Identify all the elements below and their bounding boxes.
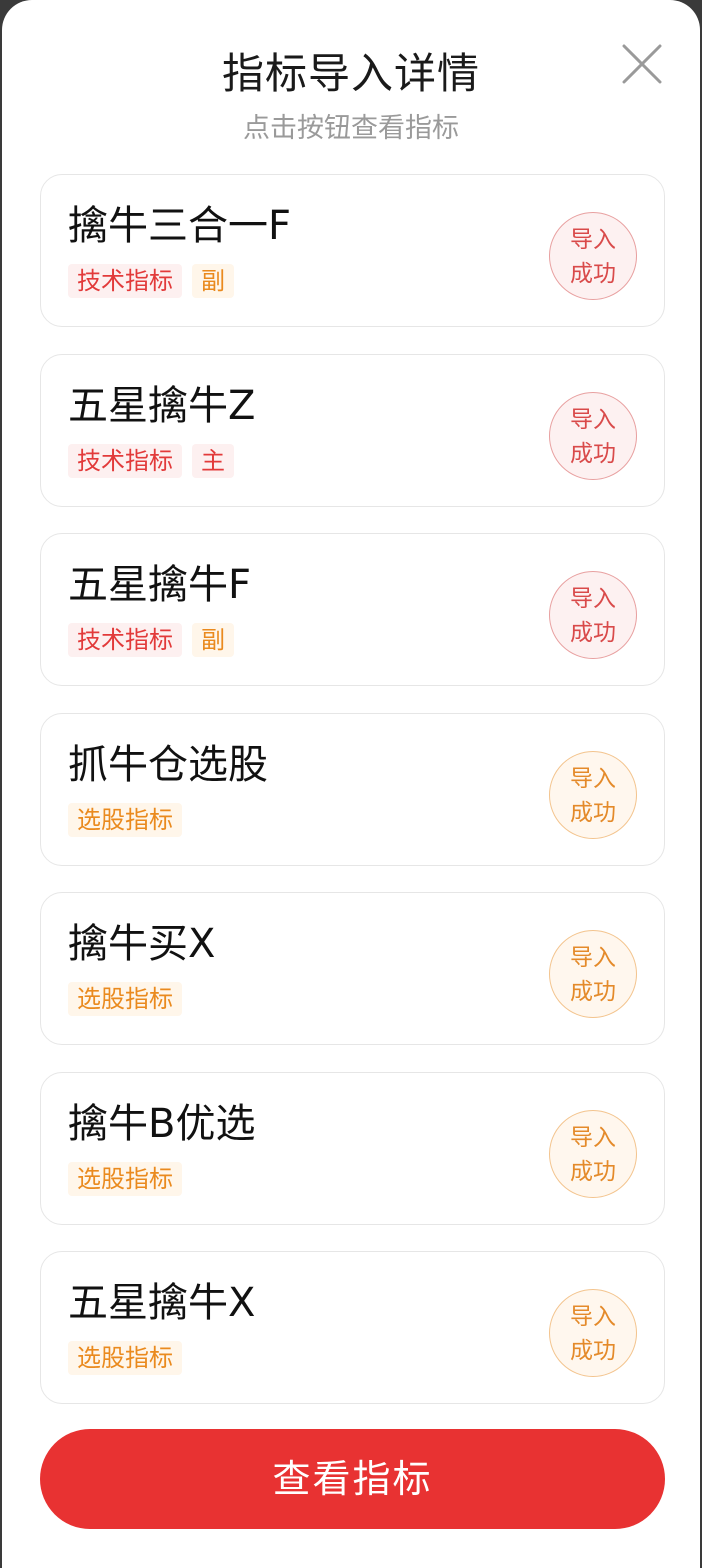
close-button[interactable] [620, 42, 664, 86]
indicator-tag: 选股指标 [68, 982, 182, 1016]
import-success-stamp: 导入 成功 [549, 930, 637, 1018]
import-success-stamp: 导入 成功 [549, 751, 637, 839]
indicator-name: 五星擒牛F [68, 562, 252, 608]
indicator-tags: 技术指标主 [68, 444, 234, 478]
indicator-tag: 技术指标 [68, 264, 182, 298]
stamp-text: 导入 [570, 766, 616, 792]
indicator-tags: 选股指标 [68, 982, 182, 1016]
indicator-tag: 副 [192, 623, 234, 657]
indicator-tag: 选股指标 [68, 803, 182, 837]
stamp-text: 成功 [570, 1159, 616, 1185]
view-indicators-button[interactable]: 查看指标 [40, 1429, 665, 1529]
import-success-stamp: 导入 成功 [549, 1289, 637, 1377]
import-success-stamp: 导入 成功 [549, 392, 637, 480]
indicator-card: 五星擒牛F 技术指标副 导入成功 [40, 533, 665, 686]
indicator-card: 擒牛三合一F 技术指标副 导入成功 [40, 174, 665, 327]
indicator-tag: 技术指标 [68, 623, 182, 657]
indicator-card: 五星擒牛X 选股指标 导入成功 [40, 1251, 665, 1404]
stamp-text: 成功 [570, 800, 616, 826]
stamp-text: 成功 [570, 979, 616, 1005]
stamp-text: 成功 [570, 441, 616, 467]
stamp-text: 导入 [570, 227, 616, 253]
indicator-tag: 选股指标 [68, 1162, 182, 1196]
import-success-stamp: 导入 成功 [549, 212, 637, 300]
indicator-name: 擒牛买X [68, 921, 216, 967]
indicator-tags: 选股指标 [68, 803, 182, 837]
page-subtitle: 点击按钮查看指标 [243, 113, 459, 144]
stamp-text: 导入 [570, 1304, 616, 1330]
stamp-text: 导入 [570, 586, 616, 612]
indicator-name: 五星擒牛Z [68, 383, 256, 429]
indicator-tag: 主 [192, 444, 234, 478]
indicator-tags: 技术指标副 [68, 264, 234, 298]
indicator-tag: 副 [192, 264, 234, 298]
indicator-name: 抓牛仓选股 [68, 742, 268, 788]
import-details-modal: 指标导入详情 点击按钮查看指标 擒牛三合一F 技术指标副导入 成功 五星擒牛Z 技术指标… [2, 0, 700, 1568]
indicator-tags: 技术指标副 [68, 623, 234, 657]
indicator-card: 擒牛买X 选股指标 导入成功 [40, 892, 665, 1045]
indicator-tags: 选股指标 [68, 1341, 182, 1375]
stamp-text: 成功 [570, 1338, 616, 1364]
indicator-name: 擒牛B优选 [68, 1101, 256, 1147]
close-icon [622, 44, 662, 84]
indicator-card: 擒牛B优选选股指标 导入成功 [40, 1072, 665, 1225]
indicator-name: 五星擒牛X [68, 1280, 256, 1326]
indicator-tag: 选股指标 [68, 1341, 182, 1375]
indicator-name: 擒牛三合一F [68, 203, 292, 249]
stamp-text: 成功 [570, 620, 616, 646]
indicator-card: 五星擒牛Z 技术指标主 导入成功 [40, 354, 665, 507]
page-title: 指标导入详情 [221, 49, 480, 98]
indicator-card: 抓牛仓选股选股指标 导入成功 [40, 713, 665, 866]
import-success-stamp: 导入 成功 [549, 571, 637, 659]
stamp-text: 导入 [570, 407, 616, 433]
stamp-text: 导入 [570, 1125, 616, 1151]
import-success-stamp: 导入 成功 [549, 1110, 637, 1198]
indicator-tag: 技术指标 [68, 444, 182, 478]
stamp-text: 导入 [570, 945, 616, 971]
stamp-text: 成功 [570, 261, 616, 287]
indicator-tags: 选股指标 [68, 1162, 182, 1196]
